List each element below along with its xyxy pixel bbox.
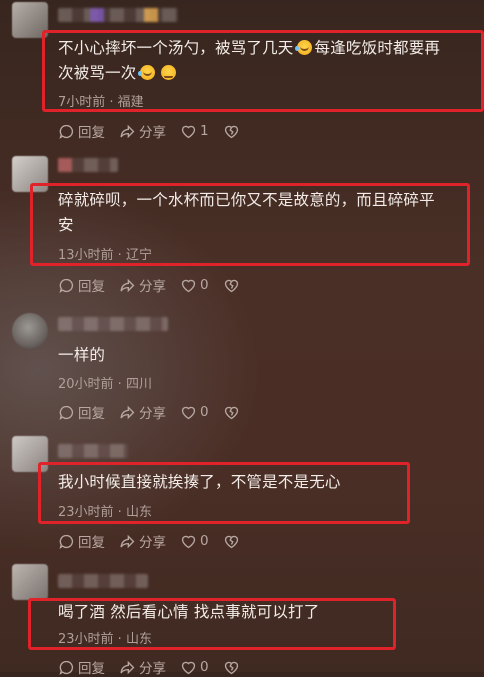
dislike-button[interactable] — [223, 659, 243, 676]
heart-icon — [181, 125, 196, 138]
broken-heart-icon — [224, 406, 238, 419]
heart-icon — [181, 661, 196, 674]
reply-button[interactable]: 回复 — [58, 531, 105, 551]
reply-button[interactable]: 回复 — [58, 657, 105, 677]
like-count: 0 — [200, 533, 209, 549]
action-bar: 回复 分享 0 — [58, 531, 257, 551]
action-bar: 回复 分享 0 — [58, 657, 257, 677]
action-bar: 回复 分享 0 — [58, 275, 257, 295]
username-blurred[interactable] — [58, 8, 178, 22]
timestamp-location: 23小时前 · 山东 — [58, 632, 152, 647]
share-arrow-icon — [120, 278, 135, 292]
avatar[interactable] — [12, 564, 48, 600]
comment-item: 我小时候直接就挨揍了，不管是不是无心 23小时前 · 山东 回复 分享 0 — [0, 432, 484, 562]
like-count: 0 — [200, 404, 209, 420]
heart-icon — [181, 279, 196, 292]
share-button[interactable]: 分享 — [119, 275, 166, 295]
like-count: 0 — [200, 277, 209, 293]
action-bar: 回复 分享 0 — [58, 402, 257, 422]
username-blurred[interactable] — [58, 158, 118, 172]
share-button[interactable]: 分享 — [119, 121, 166, 141]
comment-text: 我小时候直接就挨揍了，不管是不是无心 — [58, 473, 341, 491]
action-bar: 回复 分享 1 — [58, 121, 257, 141]
comment-bubble-icon — [59, 534, 74, 549]
comment-bubble-icon — [59, 660, 74, 675]
like-button[interactable]: 1 — [180, 123, 209, 140]
laugh-cry-emoji — [137, 65, 155, 80]
like-button[interactable]: 0 — [180, 533, 209, 550]
comment-item: 喝了酒 然后看心情 找点事就可以打了 23小时前 · 山东 回复 分享 0 — [0, 562, 484, 677]
comment-text: 一样的 — [58, 346, 106, 364]
timestamp-location: 7小时前 · 福建 — [58, 95, 144, 110]
username-blurred[interactable] — [58, 317, 168, 331]
share-arrow-icon — [120, 534, 135, 548]
timestamp-location: 13小时前 · 辽宁 — [58, 248, 152, 263]
dislike-button[interactable] — [223, 123, 243, 140]
share-button[interactable]: 分享 — [119, 402, 166, 422]
dislike-button[interactable] — [223, 404, 243, 421]
username-blurred[interactable] — [58, 574, 148, 588]
dislike-button[interactable] — [223, 533, 243, 550]
dislike-button[interactable] — [223, 277, 243, 294]
reply-button[interactable]: 回复 — [58, 275, 105, 295]
crying-emoji — [160, 65, 176, 80]
like-button[interactable]: 0 — [180, 277, 209, 294]
share-arrow-icon — [120, 660, 135, 674]
like-button[interactable]: 0 — [180, 659, 209, 676]
comment-text: 碎就碎呗，一个水杯而已你又不是故意的，而且碎碎平 安 — [58, 191, 435, 234]
like-count: 0 — [200, 659, 209, 675]
heart-icon — [181, 406, 196, 419]
comment-text: 不小心摔坏一个汤勺，被骂了几天 每逢吃饭时都要再 次被骂一次 — [58, 39, 441, 82]
broken-heart-icon — [224, 125, 238, 138]
comment-bubble-icon — [59, 405, 74, 420]
like-count: 1 — [200, 123, 209, 139]
comment-bubble-icon — [59, 278, 74, 293]
laugh-cry-emoji — [294, 40, 312, 55]
share-button[interactable]: 分享 — [119, 531, 166, 551]
reply-button[interactable]: 回复 — [58, 402, 105, 422]
comment-item: 碎就碎呗，一个水杯而已你又不是故意的，而且碎碎平 安 13小时前 · 辽宁 回复… — [0, 150, 484, 300]
broken-heart-icon — [224, 279, 238, 292]
broken-heart-icon — [224, 661, 238, 674]
comment-item: 一样的 20小时前 · 四川 回复 分享 0 — [0, 305, 484, 430]
timestamp-location: 23小时前 · 山东 — [58, 505, 152, 520]
comment-bubble-icon — [59, 124, 74, 139]
heart-icon — [181, 535, 196, 548]
share-arrow-icon — [120, 405, 135, 419]
broken-heart-icon — [224, 535, 238, 548]
like-button[interactable]: 0 — [180, 404, 209, 421]
reply-button[interactable]: 回复 — [58, 121, 105, 141]
avatar[interactable] — [12, 313, 48, 349]
share-button[interactable]: 分享 — [119, 657, 166, 677]
share-arrow-icon — [120, 124, 135, 138]
timestamp-location: 20小时前 · 四川 — [58, 377, 152, 392]
username-blurred[interactable] — [58, 444, 128, 458]
comment-item: 不小心摔坏一个汤勺，被骂了几天 每逢吃饭时都要再 次被骂一次 7小时前 · 福建 … — [0, 0, 484, 145]
comment-text: 喝了酒 然后看心情 找点事就可以打了 — [58, 603, 320, 621]
